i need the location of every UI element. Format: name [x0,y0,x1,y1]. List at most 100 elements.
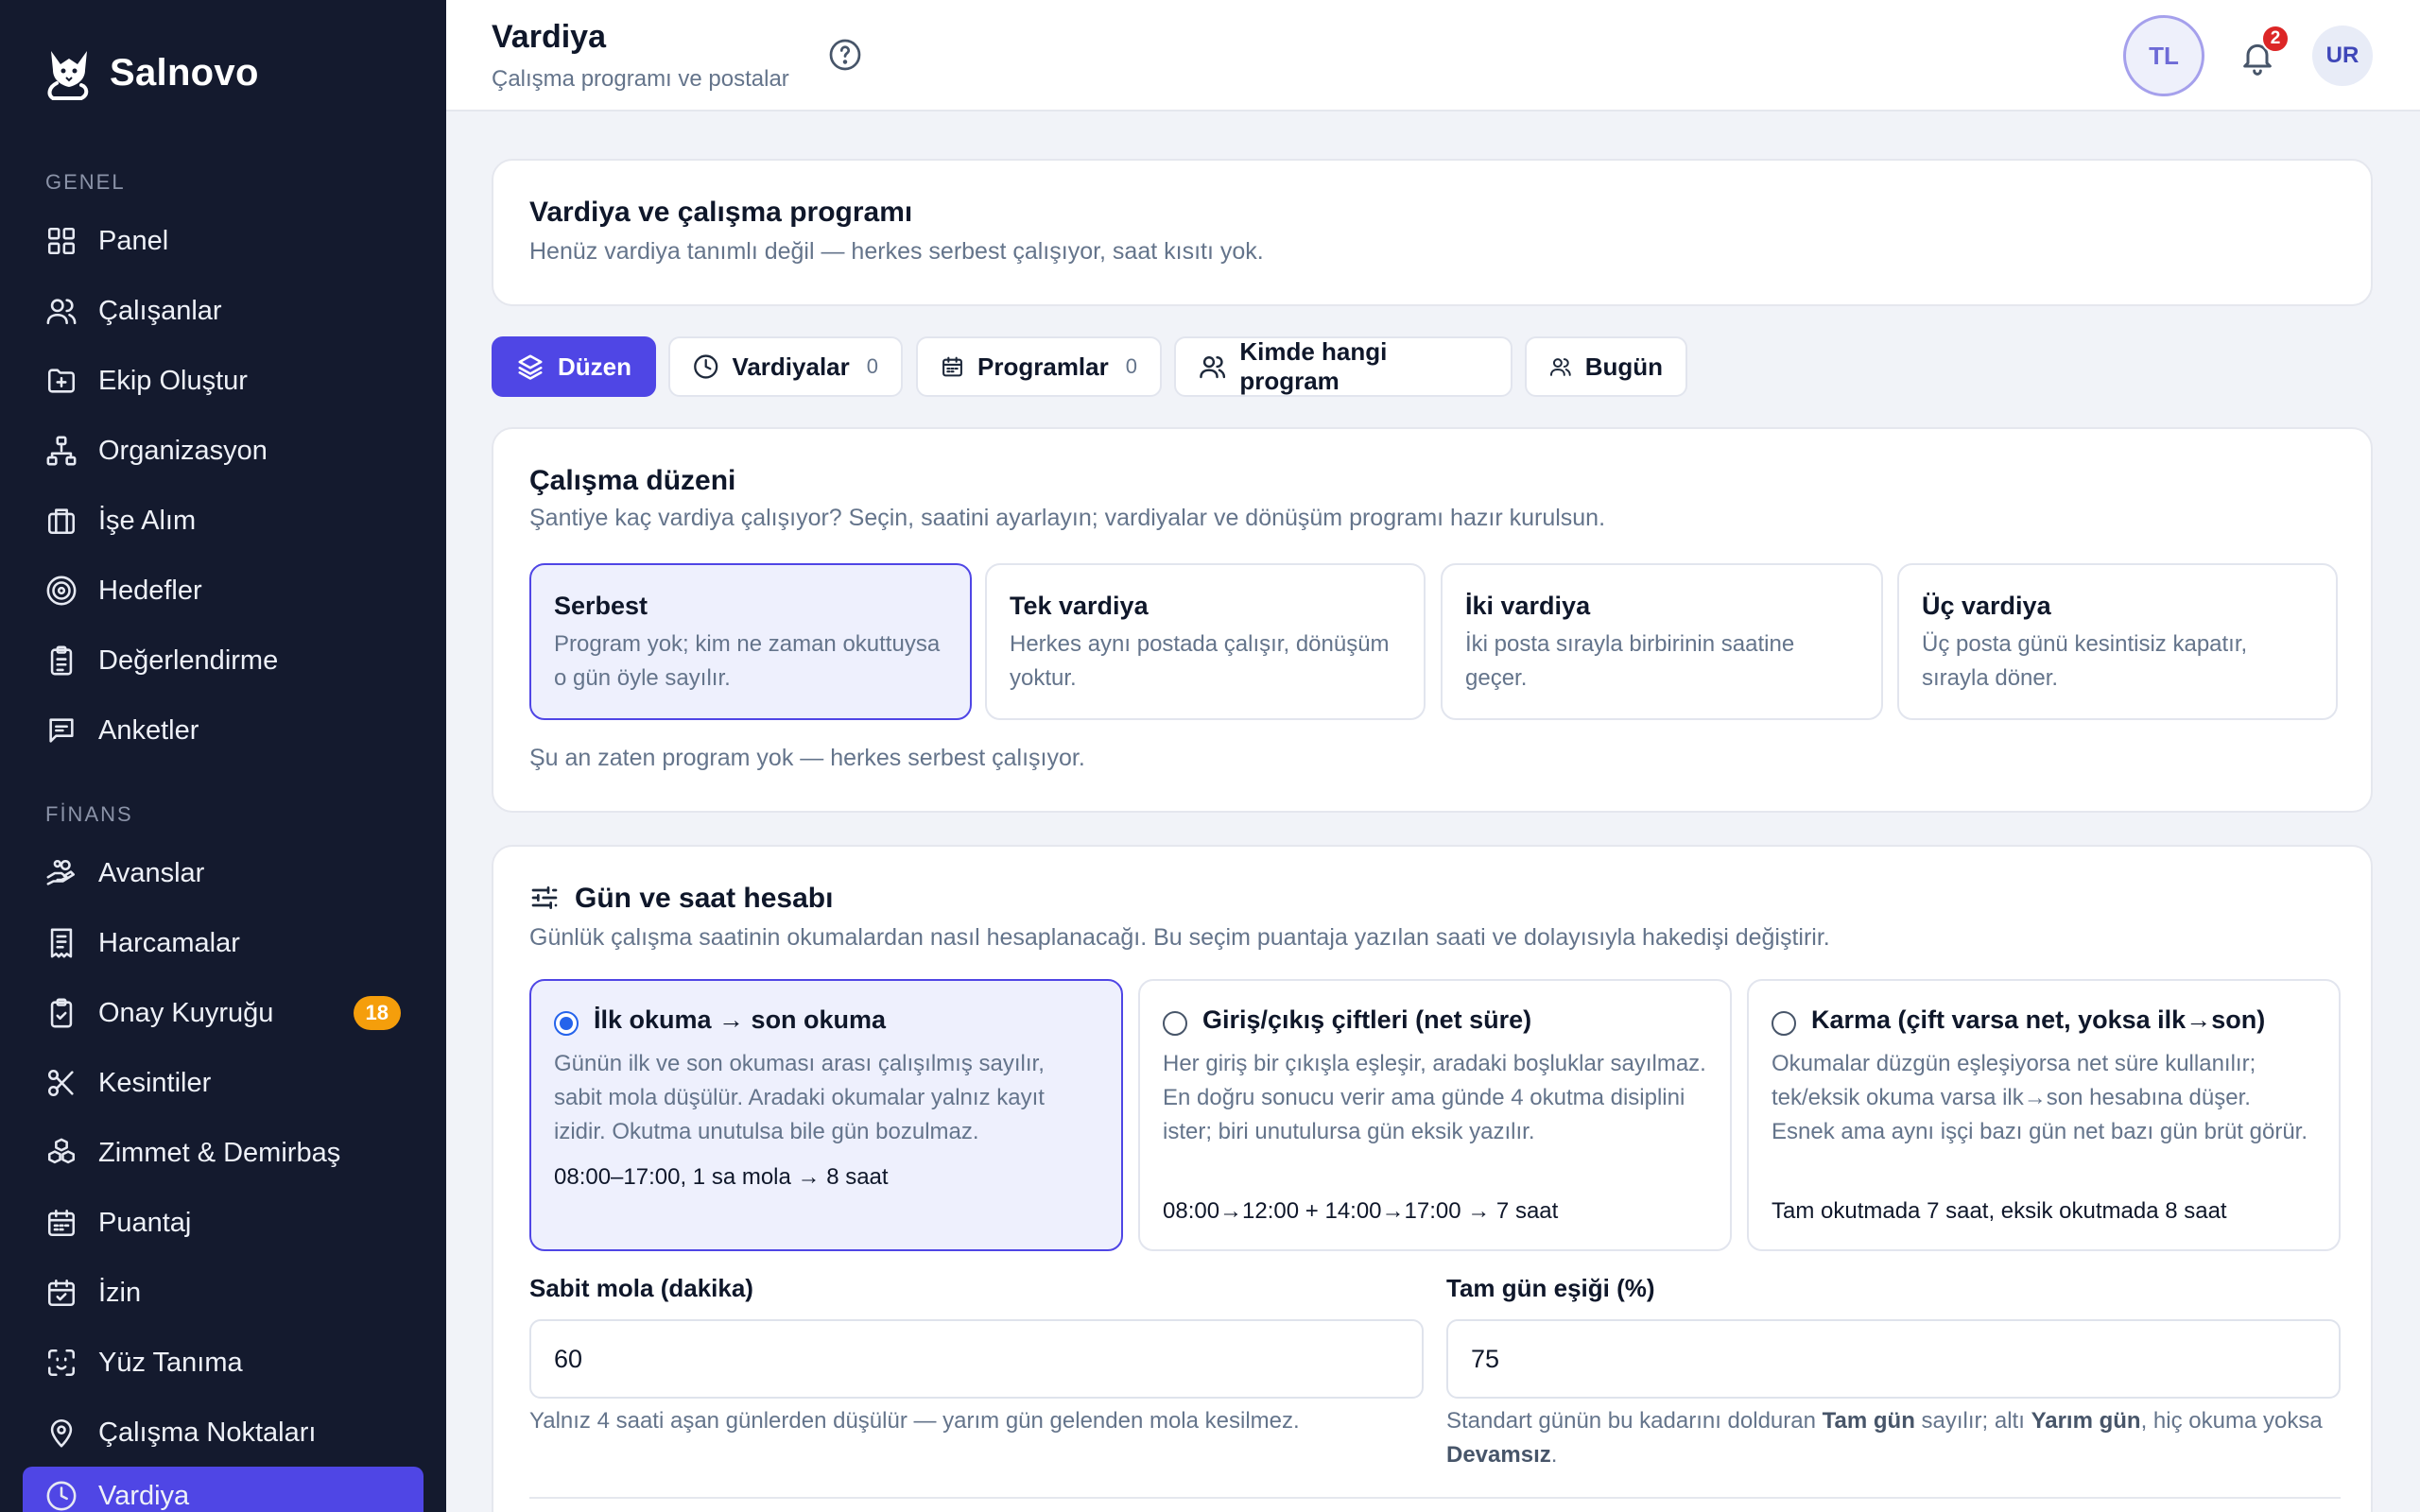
sidebar-item-create-team[interactable]: Ekip Oluştur [23,352,424,410]
method-desc: Günün ilk ve son okuması arası çalışılmı… [554,1051,1045,1144]
tab-shifts[interactable]: Vardiyalar 0 [668,336,903,397]
method-title: Giriş/çıkış çiftleri (net süre) [1202,1005,1532,1034]
tab-programs[interactable]: Programlar 0 [916,336,1162,397]
half-day-term: Yarım gün [2031,1408,2141,1434]
method-radio[interactable] [1163,1011,1187,1036]
sidebar-item-work-locations[interactable]: Çalışma Noktaları [23,1403,424,1462]
sidebar-item-recruitment[interactable]: İşe Alım [23,491,424,550]
intro-title: Vardiya ve çalışma programı [529,197,913,228]
calendar-check-icon [45,1277,78,1309]
calendar-icon [942,356,962,377]
method-title: İlk okuma → son okuma [594,1005,887,1034]
absent-term: Devamsız [1446,1442,1551,1468]
threshold-label: Tam gün eşiği (%) [1446,1274,1655,1302]
method-first-last[interactable]: İlk okuma → son okuma Günün ilk ve son o… [529,979,1123,1251]
sidebar-item-deductions[interactable]: Kesintiler [23,1054,424,1112]
break-minutes-input[interactable] [529,1319,1424,1399]
sidebar-item-label: Onay Kuyruğu [98,997,274,1028]
help-icon[interactable] [828,38,862,72]
brand-name: Salnovo [110,51,259,94]
approval-count-badge: 18 [353,996,401,1030]
method-radio[interactable] [1772,1011,1796,1036]
sidebar-item-label: Zimmet & Demirbaş [98,1137,341,1168]
option-desc: Üç posta günü kesintisiz kapatır, sırayl… [1922,631,2248,691]
sidebar-item-panel[interactable]: Panel [23,212,424,270]
option-title: İki vardiya [1465,592,1591,620]
briefcase-icon [45,505,78,537]
sidebar-item-label: Çalışanlar [98,295,222,326]
sidebar-item-organization[interactable]: Organizasyon [23,421,424,480]
sidebar-item-timesheet[interactable]: Puantaj [23,1194,424,1252]
users-icon [45,295,78,327]
user-avatar[interactable]: UR [2312,26,2373,86]
sidebar-item-face-recognition[interactable]: Yüz Tanıma [23,1333,424,1392]
sidebar-item-label: Kesintiler [98,1067,212,1098]
users-icon [1549,358,1571,376]
sidebar-item-label: Vardiya [98,1480,190,1511]
tab-label: Bugün [1584,352,1663,381]
sidebar-item-label: Ekip Oluştur [98,365,248,396]
work-order-subtitle: Şantiye kaç vardiya çalışıyor? Seçin, sa… [529,505,1606,531]
sidebar-item-advances[interactable]: Avanslar [23,844,424,902]
method-mixed[interactable]: Karma (çift varsa net, yoksa ilk→son) Ok… [1747,979,2341,1251]
brand[interactable]: Salnovo [43,45,259,100]
sidebar-item-approval-queue[interactable]: Onay Kuyruğu 18 [23,984,424,1042]
map-pin-icon [45,1417,78,1449]
sidebar-item-label: Değerlendirme [98,644,279,676]
sidebar-item-label: Puantaj [98,1207,192,1238]
sidebar-item-label: Organizasyon [98,435,268,466]
org-chart-icon [45,435,78,467]
sidebar-item-leave[interactable]: İzin [23,1263,424,1322]
method-radio[interactable] [554,1011,579,1036]
option-free[interactable]: Serbest Program yok; kim ne zaman okuttu… [529,563,972,720]
tab-count: 0 [866,354,878,378]
sidebar-item-shift[interactable]: Vardiya [23,1467,424,1512]
method-title: Karma (çift varsa net, yoksa ilk→son) [1811,1005,2266,1034]
sidebar-item-expenses[interactable]: Harcamalar [23,914,424,972]
sidebar-item-label: Çalışma Noktaları [98,1417,317,1448]
clock-icon [45,1480,78,1512]
hours-calc-title: Gün ve saat hesabı [575,883,834,914]
sidebar: Salnovo GENEL Panel Çalışanlar Ekip Oluş… [0,0,446,1512]
sidebar-item-evaluation[interactable]: Değerlendirme [23,631,424,690]
section-divider [529,1497,2341,1499]
full-day-threshold-input[interactable] [1446,1319,2341,1399]
tab-layout[interactable]: Düzen [492,336,656,397]
method-pairs[interactable]: Giriş/çıkış çiftleri (net süre) Her giri… [1138,979,1732,1251]
method-example: 08:00→12:00 + 14:00→17:00 → 7 saat [1163,1198,1559,1224]
sidebar-item-assets[interactable]: Zimmet & Demirbaş [23,1124,424,1182]
section-label-general: GENEL [45,170,126,194]
sidebar-item-label: Hedefler [98,575,202,606]
sidebar-item-label: Anketler [98,714,199,746]
hand-coins-icon [45,857,78,889]
break-help: Yalnız 4 saati aşan günlerden düşülür — … [529,1408,1300,1434]
hours-calc-card: Gün ve saat hesabı Günlük çalışma saatin… [492,845,2373,1512]
option-two-shifts[interactable]: İki vardiya İki posta sırayla birbirinin… [1441,563,1883,720]
option-title: Üç vardiya [1922,592,2051,620]
option-title: Tek vardiya [1010,592,1149,620]
option-desc: Herkes aynı postada çalışır, dönüşüm yok… [1010,631,1390,691]
calendar-grid-icon [45,1207,78,1239]
work-order-status: Şu an zaten program yok — herkes serbest… [529,745,1085,771]
work-order-title: Çalışma düzeni [529,465,736,496]
full-day-term: Tam gün [1822,1408,1915,1434]
sidebar-item-goals[interactable]: Hedefler [23,561,424,620]
scissors-icon [45,1067,78,1099]
sidebar-item-employees[interactable]: Çalışanlar [23,282,424,340]
tab-label: Düzen [558,352,631,381]
option-three-shifts[interactable]: Üç vardiya Üç posta günü kesintisiz kapa… [1897,563,2338,720]
sidebar-item-label: Yüz Tanıma [98,1347,243,1378]
intro-card: Vardiya ve çalışma programı Henüz vardiy… [492,159,2373,306]
option-single-shift[interactable]: Tek vardiya Herkes aynı postada çalışır,… [985,563,1426,720]
tab-who-has-which-program[interactable]: Kimde hangi program [1174,336,1512,397]
option-title: Serbest [554,592,648,620]
method-example: Tam okutmada 7 saat, eksik okutmada 8 sa… [1772,1198,2227,1224]
tab-today[interactable]: Bugün [1525,336,1687,397]
sidebar-item-label: Panel [98,225,169,256]
sidebar-item-label: Harcamalar [98,927,240,958]
tab-label: Vardiyalar [732,352,850,381]
intro-subtitle: Henüz vardiya tanımlı değil — herkes ser… [529,238,1264,265]
tenant-avatar[interactable]: TL [2123,15,2204,96]
sidebar-item-surveys[interactable]: Anketler [23,701,424,760]
method-desc: Her giriş bir çıkışla eşleşir, aradaki b… [1163,1051,1706,1144]
